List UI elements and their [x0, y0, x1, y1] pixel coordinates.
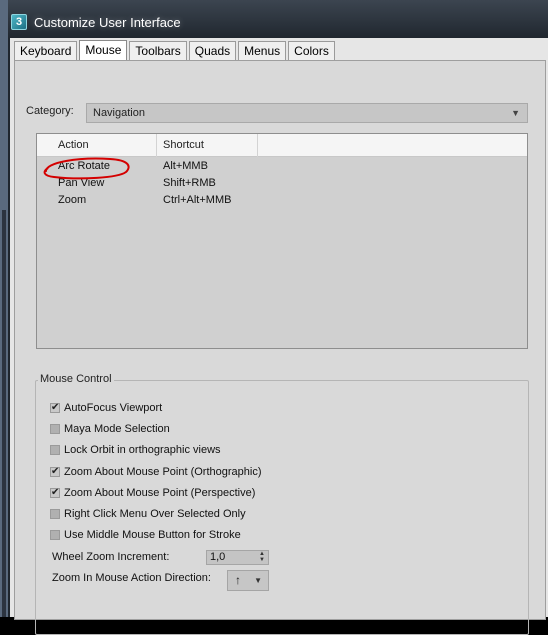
checkbox-label: Zoom About Mouse Point (Perspective) — [64, 487, 256, 499]
checkbox-checked-icon: ✔ — [50, 466, 60, 477]
app-3dsmax-icon: 3 — [11, 14, 27, 30]
checkbox-checked-icon: ✔ — [50, 402, 60, 413]
middle-mouse-stroke-checkbox[interactable]: Use Middle Mouse Button for Stroke — [50, 528, 241, 542]
checkbox-unchecked-icon — [50, 445, 60, 455]
autofocus-viewport-checkbox[interactable]: ✔ AutoFocus Viewport — [50, 401, 162, 415]
checkbox-label: Maya Mode Selection — [64, 423, 170, 435]
shortcut-cell: Shift+RMB — [163, 177, 216, 189]
wheel-zoom-label: Wheel Zoom Increment: — [52, 551, 170, 563]
checkbox-label: Zoom About Mouse Point (Orthographic) — [64, 466, 262, 478]
action-cell: Zoom — [58, 194, 87, 206]
zoom-ortho-checkbox[interactable]: ✔ Zoom About Mouse Point (Orthographic) — [50, 465, 261, 479]
checkbox-checked-icon: ✔ — [50, 487, 60, 498]
mouse-tab-panel: Category: Navigation ▼ Action Shortcut A… — [14, 60, 546, 635]
dropdown-arrow-icon: ▼ — [254, 576, 262, 585]
title-bar[interactable]: 3 Customize User Interface — [8, 0, 548, 38]
checkbox-unchecked-icon — [50, 530, 60, 540]
shortcut-cell: Alt+MMB — [163, 160, 208, 172]
tab-toolbars[interactable]: Toolbars — [129, 41, 187, 61]
right-click-menu-checkbox[interactable]: Right Click Menu Over Selected Only — [50, 507, 246, 521]
zoom-direction-label: Zoom In Mouse Action Direction: — [52, 572, 211, 584]
wheel-zoom-value: 1,0 — [210, 551, 226, 563]
up-arrow-icon: ↑ — [235, 573, 241, 587]
checkbox-label: Right Click Menu Over Selected Only — [64, 508, 246, 520]
dialog-client: Keyboard Mouse Toolbars Quads Menus Colo… — [10, 38, 548, 635]
tab-colors[interactable]: Colors — [288, 41, 335, 61]
column-header-shortcut[interactable]: Shortcut — [157, 134, 258, 157]
maya-mode-checkbox[interactable]: Maya Mode Selection — [50, 422, 170, 436]
desktop-edge — [0, 0, 8, 617]
zoom-direction-dropdown[interactable]: ↑ ▼ — [227, 570, 269, 591]
category-dropdown[interactable]: Navigation ▼ — [86, 103, 528, 123]
mouse-control-title: Mouse Control — [38, 373, 114, 385]
wheel-zoom-spinner[interactable]: 1,0 ▲ ▼ — [206, 550, 269, 565]
tab-bar: Keyboard Mouse Toolbars Quads Menus Colo… — [14, 40, 337, 62]
lock-orbit-checkbox[interactable]: Lock Orbit in orthographic views — [50, 443, 221, 457]
shortcut-cell: Ctrl+Alt+MMB — [163, 194, 232, 206]
red-circle-annotation — [43, 157, 130, 180]
customize-ui-window: 3 Customize User Interface Keyboard Mous… — [8, 0, 548, 635]
tab-keyboard[interactable]: Keyboard — [14, 41, 78, 61]
checkbox-label: Lock Orbit in orthographic views — [64, 444, 221, 456]
list-row[interactable]: Zoom Ctrl+Alt+MMB — [37, 192, 527, 209]
tab-menus[interactable]: Menus — [238, 41, 287, 61]
action-shortcut-list[interactable]: Action Shortcut Arc Rotate Alt+MMB Pan V… — [36, 133, 528, 349]
desktop-bar — [2, 210, 6, 617]
tab-quads[interactable]: Quads — [188, 41, 237, 61]
tab-mouse[interactable]: Mouse — [79, 40, 128, 62]
window-title: Customize User Interface — [34, 15, 181, 30]
category-label: Category: — [26, 105, 74, 117]
category-value: Navigation — [93, 107, 145, 119]
dropdown-arrow-icon: ▼ — [511, 108, 520, 118]
checkbox-label: AutoFocus Viewport — [64, 402, 163, 414]
checkbox-unchecked-icon — [50, 509, 60, 519]
checkbox-unchecked-icon — [50, 424, 60, 434]
zoom-persp-checkbox[interactable]: ✔ Zoom About Mouse Point (Perspective) — [50, 486, 255, 500]
spinner-arrows-icon[interactable]: ▲ ▼ — [259, 551, 265, 563]
checkbox-label: Use Middle Mouse Button for Stroke — [64, 529, 241, 541]
